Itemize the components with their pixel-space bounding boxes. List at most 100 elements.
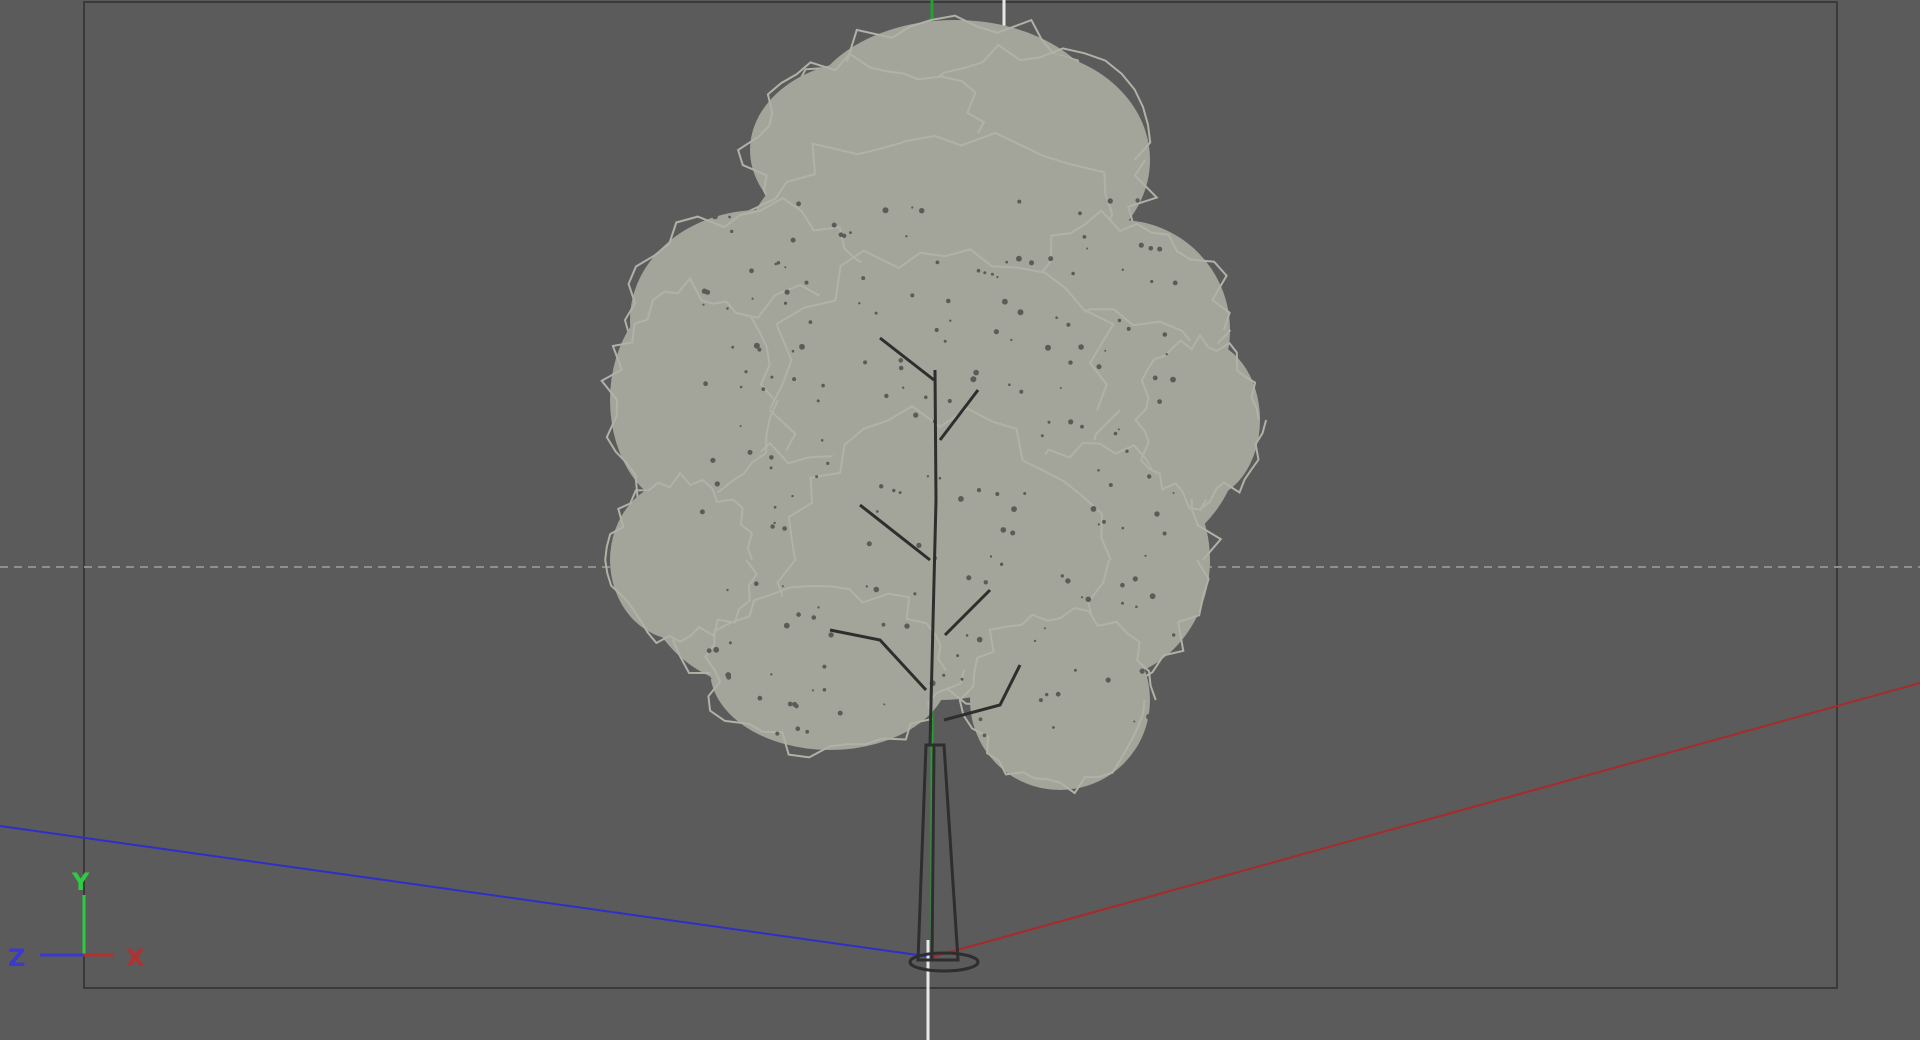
foliage-detail <box>1085 596 1092 603</box>
foliage-detail <box>1113 431 1118 436</box>
foliage-detail <box>926 475 930 478</box>
foliage-detail <box>1170 376 1176 383</box>
foliage-detail <box>795 726 801 731</box>
foliage-detail <box>1121 268 1125 271</box>
foliage-detail <box>706 648 712 654</box>
foliage-detail <box>1040 434 1044 438</box>
foliage-detail <box>751 297 754 300</box>
foliage-detail <box>1117 428 1120 431</box>
foliage-detail <box>791 349 795 353</box>
foliage-detail <box>958 496 964 502</box>
foliage-detail <box>1162 531 1167 536</box>
foliage-detail <box>1162 332 1168 337</box>
foliage-detail <box>757 695 763 701</box>
foliage-detail <box>1126 326 1131 331</box>
foliage-detail <box>1045 692 1049 697</box>
foliage-detail <box>805 729 810 734</box>
foliage-detail <box>747 449 753 455</box>
foliage-detail <box>905 235 908 238</box>
foliage-detail <box>773 505 777 509</box>
foliage-detail <box>904 623 910 629</box>
foliage-detail <box>714 481 720 487</box>
foliage-detail <box>916 542 922 549</box>
foliage-detail <box>875 510 879 513</box>
foliage-detail <box>1096 364 1102 370</box>
foliage-detail <box>1045 344 1051 351</box>
foliage-detail <box>794 703 799 709</box>
foliage-detail <box>1055 316 1058 320</box>
foliage-detail <box>902 386 905 389</box>
foliage-detail <box>1078 211 1082 216</box>
foliage-detail <box>924 395 928 400</box>
foliage-detail <box>989 555 993 558</box>
foliage-detail <box>879 484 884 489</box>
foliage-detail <box>1043 627 1046 630</box>
foliage-detail <box>898 365 904 371</box>
foliage-detail <box>701 288 708 294</box>
foliage-detail <box>731 345 735 349</box>
foliage-detail <box>949 319 952 322</box>
foliage-detail <box>1133 720 1136 723</box>
foliage-detail <box>933 712 939 718</box>
foliage-detail <box>1149 593 1156 600</box>
foliage-detail <box>1125 449 1129 453</box>
foliage-detail <box>790 237 796 243</box>
foliage-detail <box>873 586 880 593</box>
foliage-detail <box>947 398 952 404</box>
foliage-detail <box>728 641 732 645</box>
gizmo-y-label: Y <box>72 868 90 896</box>
foliage-detail <box>709 677 712 680</box>
foliage-detail <box>978 717 983 722</box>
foliage-detail <box>769 455 774 460</box>
foliage-detail <box>831 222 837 228</box>
foliage-detail <box>976 636 983 643</box>
foliage-detail <box>1078 344 1084 350</box>
foliage-detail <box>1138 242 1144 248</box>
foliage-detail <box>1121 526 1125 530</box>
foliage-detail <box>821 383 825 388</box>
foliage-detail <box>770 673 773 676</box>
foliage-detail <box>811 615 817 620</box>
foliage-detail <box>699 509 705 515</box>
foliage-detail <box>1033 639 1037 643</box>
foliage-detail <box>1080 424 1084 429</box>
foliage-detail <box>1047 420 1051 424</box>
foliage-mass <box>1140 340 1260 500</box>
foliage-detail <box>820 439 824 442</box>
foliage-detail <box>911 206 914 209</box>
foliage-detail <box>976 268 981 273</box>
foliage-detail <box>799 343 805 350</box>
foliage-detail <box>1086 247 1089 250</box>
foliage-detail <box>884 393 889 399</box>
foliage-detail <box>882 207 889 214</box>
foliage-detail <box>913 592 917 596</box>
foliage-detail <box>783 301 788 305</box>
foliage-detail <box>1000 527 1007 533</box>
foliage-detail <box>817 606 820 609</box>
viewport-canvas[interactable] <box>0 0 1920 1040</box>
foliage-detail <box>983 271 987 275</box>
foliage-detail <box>1150 279 1154 284</box>
trunk-base <box>908 951 980 973</box>
foliage-detail <box>749 268 754 274</box>
foliage-detail <box>725 672 732 678</box>
foliage-detail <box>784 266 787 269</box>
foliage-detail <box>934 327 939 333</box>
foliage-detail <box>913 412 919 418</box>
trunk-inner-line <box>930 744 936 961</box>
trunk-outline <box>916 743 960 962</box>
foliage-detail <box>990 272 994 276</box>
foliage-detail <box>965 634 969 637</box>
foliage-detail <box>754 581 759 586</box>
foliage-detail <box>757 347 762 352</box>
foliage-detail <box>792 377 797 382</box>
3d-viewport[interactable]: Y Z X <box>0 0 1920 1040</box>
foliage-detail <box>1065 578 1071 584</box>
foliage-detail <box>703 381 708 387</box>
foliage-detail <box>1090 506 1097 512</box>
foliage-mass <box>710 590 950 750</box>
foliage-detail <box>782 526 787 531</box>
foliage-detail <box>826 461 830 465</box>
foliage-detail <box>983 580 988 585</box>
foliage-detail <box>1002 298 1008 305</box>
